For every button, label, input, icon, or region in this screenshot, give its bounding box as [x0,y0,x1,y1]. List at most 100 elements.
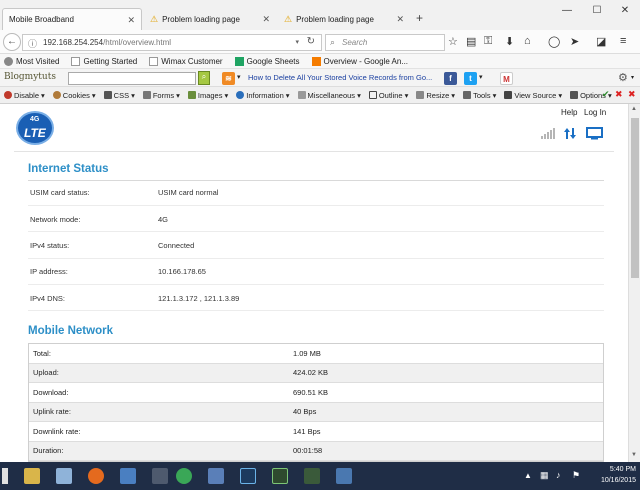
new-tab-button[interactable]: + [416,11,423,25]
chrome-icon[interactable] [176,468,192,484]
star-icon[interactable]: ☆ [448,35,458,48]
internet-status-title: Internet Status [28,163,109,175]
dropdown-icon[interactable]: ▾ [237,73,241,81]
tab-problem-loading-1[interactable]: ⚠ Problem loading page ✕ [144,8,276,30]
total-value: 1.09 MB [293,348,321,358]
bookmark-wimax-customer[interactable]: Wimax Customer [149,56,223,66]
clock[interactable]: 5:40 PM 10/16/2015 [601,464,636,486]
network-tray-icon[interactable]: ▦ [540,470,549,481]
scrollbar-thumb[interactable] [631,118,639,278]
error-icon: ✖ [628,89,636,99]
feed-link[interactable]: How to Delete All Your Stored Voice Reco… [248,73,432,82]
close-tab-icon[interactable]: ✕ [262,14,270,25]
bookmarks-bar: Most Visited Getting Started Wimax Custo… [0,54,640,69]
search-go-button[interactable]: ⌕ [198,71,210,85]
page-icon [71,56,81,66]
dev-outline[interactable]: Outline ▾ [368,91,408,100]
back-button[interactable]: ← [3,33,21,51]
header-divider [14,151,614,152]
outline-icon [368,91,377,99]
close-window-button[interactable]: ✕ [610,2,640,20]
info-icon[interactable]: ⓘ [28,37,37,50]
search-box[interactable]: ⌕ Search [325,34,445,51]
download-icon[interactable]: ⬇ [505,35,514,48]
dev-view-source[interactable]: View Source ▾ [504,91,562,100]
dev-forms[interactable]: Forms ▾ [142,91,180,100]
vertical-scrollbar[interactable]: ▲ ▼ [628,104,640,462]
duration-value: 00:01:58 [293,446,323,456]
dropdown-icon[interactable]: ▾ [631,74,634,81]
mobile-network-table: Total: 1.09 MB Upload: 424.02 KB Download:… [28,343,604,462]
photoshop-icon[interactable] [240,468,256,484]
minimize-button[interactable]: — [552,2,582,20]
flag-icon[interactable]: ⚑ [572,470,580,481]
network-app-icon[interactable] [336,468,352,484]
check-icon: ✔ [602,89,610,99]
scroll-up-icon[interactable]: ▲ [631,106,637,112]
network-mode-value: 4G [158,215,169,224]
pen-icon[interactable] [120,468,136,484]
facebook-icon[interactable]: f [444,72,457,85]
bookmark-google-analytics[interactable]: Overview - Google An... [311,56,408,66]
home-icon[interactable]: ⌂ [524,35,531,47]
start-icon[interactable] [2,468,8,484]
dev-disable[interactable]: Disable ▾ [4,91,45,100]
app-icon[interactable] [56,468,72,484]
chat-icon[interactable]: ◯ [548,35,560,48]
dreamweaver-icon[interactable] [272,468,288,484]
download-value: 690.51 KB [293,387,329,397]
warning-icon: ⚠ [150,13,159,24]
url-path: /html/overview.html [103,38,172,47]
bookmark-google-sheets[interactable]: Google Sheets [234,56,300,66]
gear-icon[interactable]: ⚙ [618,71,628,84]
login-link[interactable]: Log In [584,108,606,117]
scroll-down-icon[interactable]: ▼ [631,452,637,458]
tab-mobile-broadband[interactable]: Mobile Broadband ✕ [2,8,142,30]
ipv4-dns-value: 121.1.3.172 , 121.1.3.89 [158,294,240,303]
dev-tools[interactable]: Tools ▾ [463,91,496,100]
send-icon[interactable]: ➤ [570,35,579,48]
dev-css[interactable]: CSS ▾ [103,91,135,100]
reading-list-icon[interactable]: ▤ [466,35,476,48]
bug-icon[interactable] [304,468,320,484]
upload-label: Upload: [33,368,59,378]
dev-resize[interactable]: Resize ▾ [416,91,455,100]
clock-date: 10/16/2015 [600,477,636,484]
gmail-icon[interactable]: M [500,72,513,85]
explorer-icon[interactable] [24,468,40,484]
ip-address-value: 10.166.178.65 [158,267,206,276]
dev-cookies[interactable]: Cookies ▾ [52,91,96,100]
tray-arrow-icon[interactable]: ▲ [524,471,532,480]
reload-icon[interactable]: ↻ [307,36,315,47]
url-bar[interactable]: ⓘ 192.168.254.254/html/overview.html ▾ ↻ [22,34,322,51]
help-link[interactable]: Help [561,108,577,117]
data-transfer-icon [564,128,576,139]
dev-miscellaneous[interactable]: Miscellaneous ▾ [297,91,361,100]
volume-icon[interactable]: ♪ [556,470,561,480]
media-icon[interactable] [152,468,168,484]
twitter-icon[interactable]: t [464,72,477,85]
mail-icon[interactable] [208,468,224,484]
lock-icon[interactable]: ⚿ [484,35,492,48]
table-row: Duration: 00:01:58 [29,441,603,461]
url-host: 192.168.254.254 [43,38,104,47]
close-tab-icon[interactable]: ✕ [396,14,404,25]
rss-icon[interactable]: ≋ [222,72,235,85]
row-divider [28,258,604,259]
tab-problem-loading-2[interactable]: ⚠ Problem loading page ✕ [278,8,410,30]
dev-information[interactable]: Information ▾ [236,91,290,100]
bookmark-getting-started[interactable]: Getting Started [71,56,137,66]
windows-taskbar: ▲ ▦ ♪ ⚑ 5:40 PM 10/16/2015 [0,462,640,490]
bookmark-most-visited[interactable]: Most Visited [4,56,59,66]
dev-images[interactable]: Images ▾ [187,91,228,100]
dropdown-icon[interactable]: ▾ [295,38,299,46]
dropdown-icon[interactable]: ▾ [479,73,483,81]
close-tab-icon[interactable]: ✕ [127,15,135,26]
toolbar-search-input[interactable] [68,72,196,85]
menu-icon[interactable]: ≡ [620,35,626,47]
table-row: Download: 690.51 KB [29,383,603,403]
extension-icon[interactable]: ◪ [596,35,606,48]
4g-lte-logo: 4G LTE [16,111,54,145]
maximize-button[interactable]: ☐ [582,2,612,20]
firefox-icon[interactable] [88,468,104,484]
